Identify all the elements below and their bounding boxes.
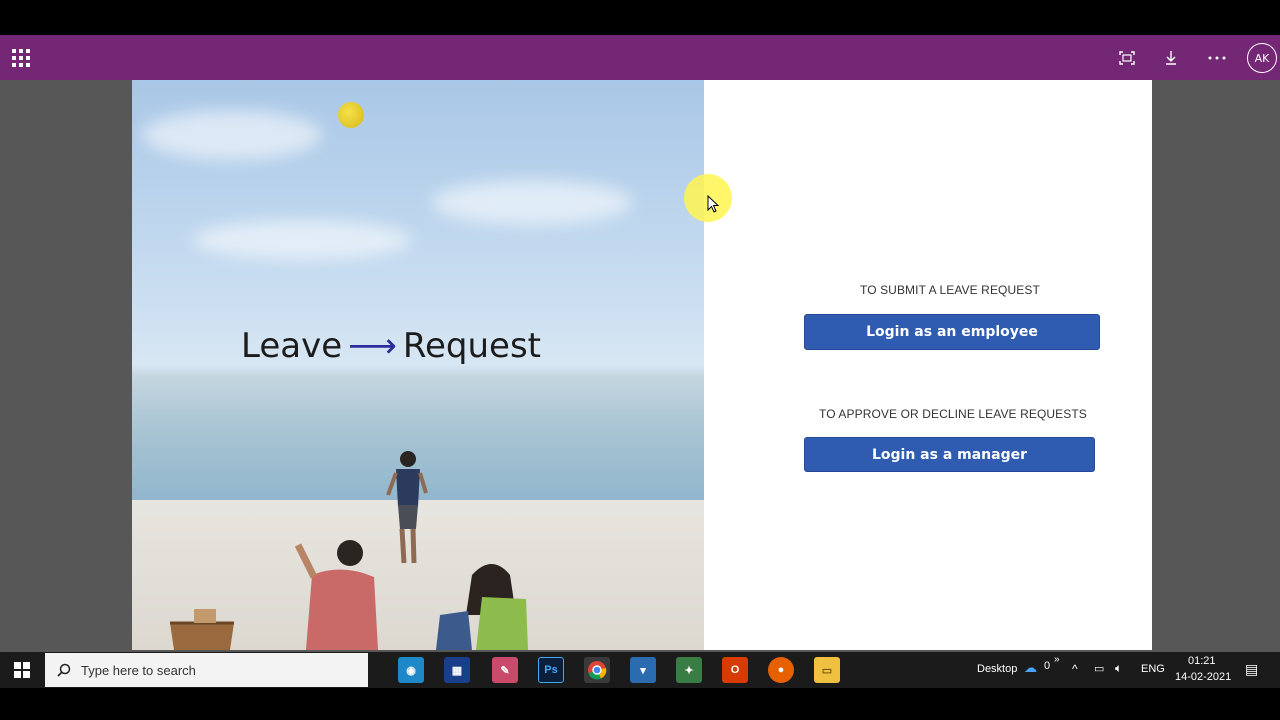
avatar[interactable]: AK xyxy=(1247,43,1277,73)
ball xyxy=(338,102,364,128)
desktop-toolbar-label[interactable]: Desktop xyxy=(977,663,1017,675)
sticky-app-icon[interactable]: ✦ xyxy=(676,657,702,683)
login-manager-button[interactable]: Login as a manager xyxy=(804,437,1095,472)
volume-icon[interactable]: 🔈︎ xyxy=(1115,661,1122,676)
hero-image: Leave ⟶ Request xyxy=(132,80,704,650)
search-placeholder: Type here to search xyxy=(81,662,196,678)
login-panel: TO SUBMIT A LEAVE REQUEST Login as an em… xyxy=(704,80,1152,650)
more-icon[interactable] xyxy=(1204,45,1230,71)
battery-icon[interactable]: ▭ xyxy=(1094,662,1104,675)
show-hidden-icons-icon[interactable]: ^ xyxy=(1072,662,1078,676)
download-icon[interactable] xyxy=(1158,45,1184,71)
taskbar-search-input[interactable]: Type here to search xyxy=(45,653,368,687)
search-icon xyxy=(57,663,71,677)
app-screen: Leave ⟶ Request TO SUBMIT A LEAVE REQUEST … xyxy=(132,80,1152,650)
title-leave: Leave xyxy=(241,326,343,366)
clock-date[interactable]: 14-02-2021 xyxy=(1175,671,1231,683)
camera-app-icon[interactable]: ◉ xyxy=(398,657,424,683)
screen: AK Leave ⟶ Request TO SUBMIT A LEAVE REQ… xyxy=(0,0,1280,720)
adult-figure xyxy=(294,540,378,650)
notifications-icon[interactable]: ▤ xyxy=(1245,661,1258,678)
windows-start-icon[interactable] xyxy=(0,652,44,688)
file-explorer-icon[interactable]: ▭ xyxy=(814,657,840,683)
firefox-icon[interactable]: ● xyxy=(768,657,794,683)
mouse-pointer-icon xyxy=(707,195,719,213)
office-icon[interactable]: O xyxy=(722,657,748,683)
media-app-icon[interactable]: ▦ xyxy=(444,657,470,683)
picnic-basket xyxy=(170,609,234,650)
chrome-icon[interactable] xyxy=(584,657,610,683)
hero-title: Leave ⟶ Request xyxy=(241,326,541,366)
language-indicator[interactable]: ENG xyxy=(1141,663,1165,675)
store-icon[interactable]: ▾ xyxy=(630,657,656,683)
app-launcher-icon[interactable] xyxy=(12,49,30,67)
onedrive-icon[interactable]: ☁ xyxy=(1024,660,1037,676)
fullscreen-icon[interactable] xyxy=(1114,45,1140,71)
child-figure xyxy=(386,451,428,564)
photoshop-icon[interactable]: Ps xyxy=(538,657,564,683)
chevrons-icon[interactable]: » xyxy=(1054,654,1060,665)
woman-figure xyxy=(436,564,528,650)
login-employee-button[interactable]: Login as an employee xyxy=(804,314,1100,350)
onedrive-count: 0 xyxy=(1044,660,1051,672)
paint-app-icon[interactable]: ✎ xyxy=(492,657,518,683)
employee-caption: TO SUBMIT A LEAVE REQUEST xyxy=(860,283,1040,297)
title-request: Request xyxy=(402,326,541,366)
clock-time[interactable]: 01:21 xyxy=(1188,655,1216,667)
arrow-icon: ⟶ xyxy=(348,326,397,366)
app-bar: AK xyxy=(0,35,1280,80)
manager-caption: TO APPROVE OR DECLINE LEAVE REQUESTS xyxy=(819,407,1087,421)
taskbar: Type here to search ◉ ▦ ✎ Ps ▾ ✦ O ● ▭ D… xyxy=(0,652,1280,688)
